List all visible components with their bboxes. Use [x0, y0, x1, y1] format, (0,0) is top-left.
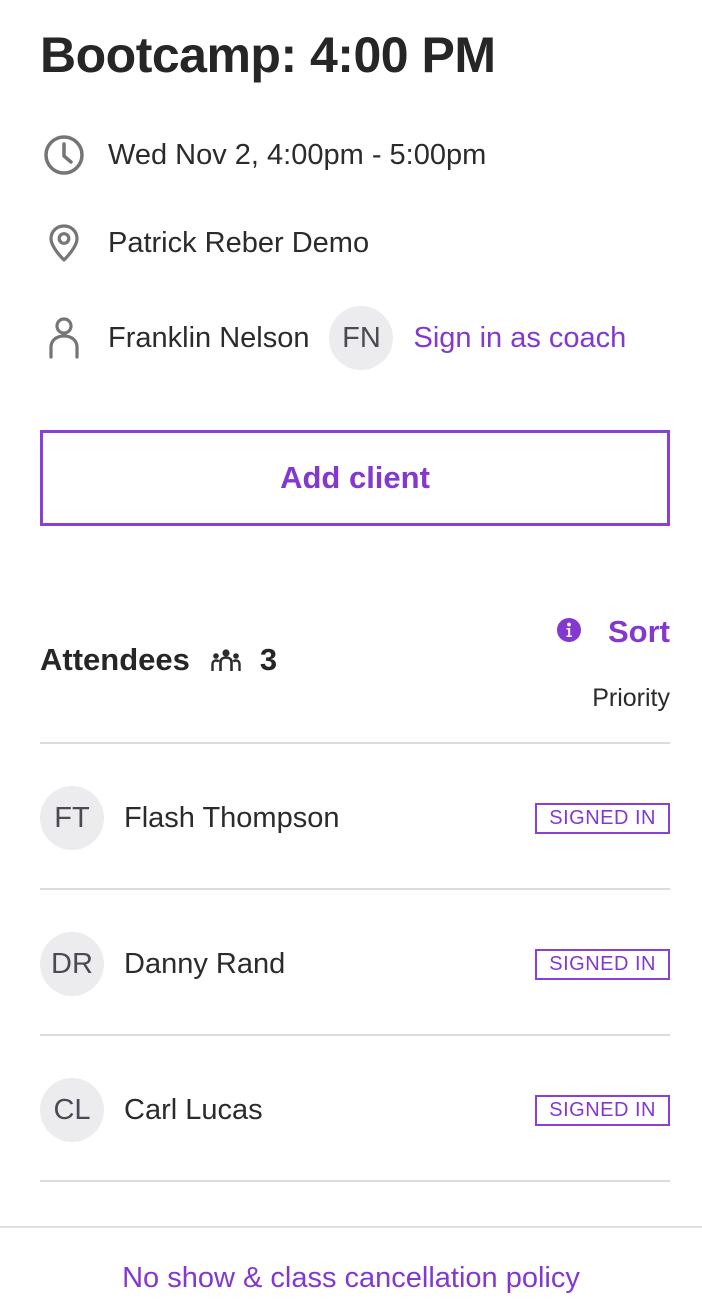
attendees-count: 3 [259, 642, 278, 677]
attendee-avatar: FT [40, 786, 104, 850]
status-badge[interactable]: SIGNED IN [535, 1094, 670, 1126]
divider [40, 1034, 670, 1036]
clock-icon [40, 131, 88, 179]
event-location: Patrick Reber Demo [108, 226, 370, 259]
add-client-button[interactable]: Add client [40, 430, 670, 526]
attendees-label: Attendees [40, 642, 190, 677]
sort-label[interactable]: Sort [608, 614, 670, 650]
attendee-name[interactable]: Danny Rand [124, 948, 535, 981]
status-badge[interactable]: SIGNED IN [535, 802, 670, 834]
divider [40, 1180, 670, 1182]
sort-button[interactable]: Sort [556, 614, 670, 650]
attendee-name[interactable]: Flash Thompson [124, 802, 535, 835]
status-badge[interactable]: SIGNED IN [535, 948, 670, 980]
attendee-avatar: DR [40, 932, 104, 996]
sort-current-value: Priority [592, 684, 670, 712]
attendee-row[interactable]: FT Flash Thompson SIGNED IN [40, 786, 670, 850]
divider [40, 742, 670, 744]
group-icon [210, 644, 242, 676]
attendee-row[interactable]: DR Danny Rand SIGNED IN [40, 932, 670, 996]
event-coach-row: Franklin Nelson FN Sign in as coach [40, 306, 626, 370]
event-location-row: Patrick Reber Demo [40, 219, 369, 267]
coach-avatar: FN [329, 306, 394, 370]
info-icon[interactable] [556, 617, 582, 648]
event-datetime: Wed Nov 2, 4:00pm - 5:00pm [108, 138, 487, 171]
sign-in-as-coach-link[interactable]: Sign in as coach [413, 322, 626, 355]
coach-name: Franklin Nelson [108, 321, 310, 354]
footer-divider [0, 1226, 702, 1228]
attendees-header: Attendees 3 [40, 638, 277, 682]
event-time-row: Wed Nov 2, 4:00pm - 5:00pm [40, 131, 486, 179]
divider [40, 888, 670, 890]
cancellation-policy-link[interactable]: No show & class cancellation policy [0, 1262, 702, 1295]
attendee-avatar: CL [40, 1078, 104, 1142]
person-icon [40, 314, 88, 362]
attendee-row[interactable]: CL Carl Lucas SIGNED IN [40, 1078, 670, 1142]
map-pin-icon [40, 219, 88, 267]
attendee-name[interactable]: Carl Lucas [124, 1094, 535, 1127]
page-title: Bootcamp: 4:00 PM [40, 27, 496, 83]
